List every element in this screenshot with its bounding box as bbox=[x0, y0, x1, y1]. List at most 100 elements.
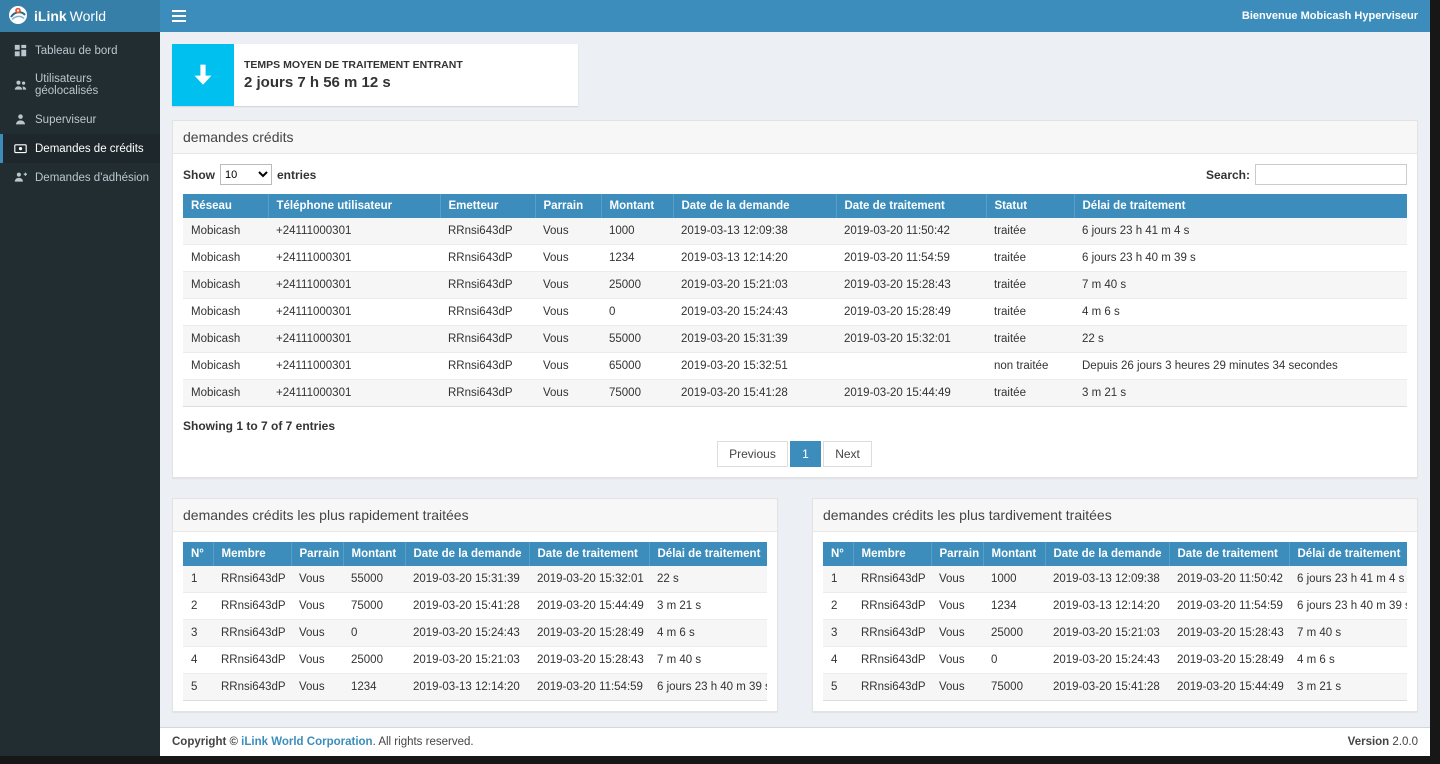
column-header[interactable]: N° bbox=[823, 542, 853, 566]
column-header[interactable]: Parrain bbox=[291, 542, 343, 566]
table-cell: Vous bbox=[931, 647, 983, 674]
pagination-previous[interactable]: Previous bbox=[717, 441, 788, 467]
table-summary: Showing 1 to 7 of 7 entries bbox=[183, 419, 1407, 433]
table-cell: Vous bbox=[535, 326, 601, 353]
main-area: Bienvenue Mobicash Hyperviseur TEMPS MOY… bbox=[160, 0, 1430, 756]
column-header[interactable]: Emetteur bbox=[440, 194, 535, 218]
table-cell: traitée bbox=[986, 380, 1074, 407]
column-header[interactable]: Membre bbox=[213, 542, 291, 566]
column-header[interactable]: Date de la demande bbox=[673, 194, 836, 218]
table-cell: RRnsi643dP bbox=[440, 218, 535, 245]
table-cell: 3 m 21 s bbox=[649, 593, 767, 620]
table-cell: 2019-03-20 15:21:03 bbox=[405, 647, 529, 674]
table-cell: Mobicash bbox=[183, 380, 268, 407]
avg-processing-time-infobox: TEMPS MOYEN DE TRAITEMENT ENTRANT 2 jour… bbox=[172, 44, 578, 106]
table-cell: RRnsi643dP bbox=[853, 566, 931, 593]
table-cell: 22 s bbox=[1074, 326, 1407, 353]
sidebar-item-superviseur[interactable]: Superviseur bbox=[0, 105, 160, 134]
brand-logo[interactable]: iLinkWorld bbox=[0, 0, 160, 32]
column-header[interactable]: Date de la demande bbox=[405, 542, 529, 566]
sidebar-item-demandes-adhesion[interactable]: Demandes d'adhésion bbox=[0, 163, 160, 192]
table-cell: 4 m 6 s bbox=[1074, 299, 1407, 326]
sidebar-item-tableau-de-bord[interactable]: Tableau de bord bbox=[0, 36, 160, 65]
sidebar-item-demandes-de-credits[interactable]: Demandes de crédits bbox=[0, 134, 160, 163]
bottom-panels: demandes crédits les plus rapidement tra… bbox=[172, 498, 1418, 712]
column-header[interactable]: Montant bbox=[343, 542, 405, 566]
table-cell: 3 m 21 s bbox=[1289, 674, 1407, 701]
slowest-panel: demandes crédits les plus tardivement tr… bbox=[812, 498, 1418, 712]
column-header[interactable]: Date de la demande bbox=[1045, 542, 1169, 566]
fastest-table-body: 1RRnsi643dPVous550002019-03-20 15:31:392… bbox=[183, 566, 767, 701]
search-input[interactable] bbox=[1255, 164, 1407, 185]
table-cell: 2019-03-13 12:09:38 bbox=[1045, 566, 1169, 593]
pagination-page-1[interactable]: 1 bbox=[790, 441, 821, 467]
table-cell: 1234 bbox=[343, 674, 405, 701]
table-cell: 2019-03-20 15:28:49 bbox=[1169, 647, 1289, 674]
table-cell: 4 bbox=[183, 647, 213, 674]
table-row: Mobicash+24111000301RRnsi643dPVous750002… bbox=[183, 380, 1407, 407]
table-row: 4RRnsi643dPVous250002019-03-20 15:21:032… bbox=[183, 647, 767, 674]
sidebar-item-utilisateurs-geolocalises[interactable]: Utilisateurs géolocalisés bbox=[0, 65, 160, 105]
table-cell: 1000 bbox=[983, 566, 1045, 593]
slowest-table: N°MembreParrainMontantDate de la demande… bbox=[823, 542, 1407, 701]
fastest-table: N°MembreParrainMontantDate de la demande… bbox=[183, 542, 767, 701]
table-row: 5RRnsi643dPVous750002019-03-20 15:41:282… bbox=[823, 674, 1407, 701]
table-cell: 3 bbox=[183, 620, 213, 647]
table-cell: +24111000301 bbox=[268, 245, 440, 272]
table-cell: 2019-03-20 15:32:01 bbox=[836, 326, 986, 353]
sidebar-item-label: Utilisateurs géolocalisés bbox=[35, 73, 152, 97]
column-header[interactable]: Montant bbox=[601, 194, 673, 218]
table-row: 4RRnsi643dPVous02019-03-20 15:24:432019-… bbox=[823, 647, 1407, 674]
page-length-select[interactable]: 10 bbox=[220, 164, 272, 185]
table-cell: 3 bbox=[823, 620, 853, 647]
column-header[interactable]: Montant bbox=[983, 542, 1045, 566]
show-label: Show bbox=[183, 168, 215, 182]
table-cell: 2019-03-20 11:50:42 bbox=[1169, 566, 1289, 593]
table-cell: 2019-03-20 15:28:43 bbox=[529, 647, 649, 674]
table-cell: 55000 bbox=[343, 566, 405, 593]
table-cell: +24111000301 bbox=[268, 218, 440, 245]
column-header[interactable]: Délai de traitement bbox=[1289, 542, 1407, 566]
infobox-title: TEMPS MOYEN DE TRAITEMENT ENTRANT bbox=[244, 59, 463, 71]
table-cell: 75000 bbox=[343, 593, 405, 620]
hamburger-icon[interactable] bbox=[160, 0, 198, 32]
table-cell: RRnsi643dP bbox=[213, 647, 291, 674]
table-cell: 2019-03-20 15:44:49 bbox=[529, 593, 649, 620]
table-cell: traitée bbox=[986, 326, 1074, 353]
column-header[interactable]: Téléphone utilisateur bbox=[268, 194, 440, 218]
table-row: Mobicash+24111000301RRnsi643dPVous100020… bbox=[183, 218, 1407, 245]
table-cell: 1234 bbox=[601, 245, 673, 272]
column-header[interactable]: Membre bbox=[853, 542, 931, 566]
column-header[interactable]: Parrain bbox=[535, 194, 601, 218]
column-header[interactable]: Réseau bbox=[183, 194, 268, 218]
entries-label: entries bbox=[277, 168, 316, 182]
table-cell: +24111000301 bbox=[268, 380, 440, 407]
column-header[interactable]: Délai de traitement bbox=[649, 542, 767, 566]
table-cell: 7 m 40 s bbox=[649, 647, 767, 674]
table-cell: 2019-03-20 11:50:42 bbox=[836, 218, 986, 245]
table-cell: 7 m 40 s bbox=[1074, 272, 1407, 299]
column-header[interactable]: Parrain bbox=[931, 542, 983, 566]
column-header[interactable]: Date de traitement bbox=[529, 542, 649, 566]
table-cell: traitée bbox=[986, 245, 1074, 272]
column-header[interactable]: Date de traitement bbox=[836, 194, 986, 218]
table-cell: Mobicash bbox=[183, 353, 268, 380]
company-link[interactable]: iLink World Corporation bbox=[241, 736, 372, 748]
infobox-value: 2 jours 7 h 56 m 12 s bbox=[244, 74, 463, 91]
table-row: 2RRnsi643dPVous750002019-03-20 15:41:282… bbox=[183, 593, 767, 620]
table-cell: Vous bbox=[291, 647, 343, 674]
table-row: Mobicash+24111000301RRnsi643dPVous550002… bbox=[183, 326, 1407, 353]
column-header[interactable]: N° bbox=[183, 542, 213, 566]
pagination-next[interactable]: Next bbox=[823, 441, 872, 467]
table-cell: RRnsi643dP bbox=[853, 674, 931, 701]
credits-panel: demandes crédits Show 10 entries Search: bbox=[172, 120, 1418, 478]
column-header[interactable]: Délai de traitement bbox=[1074, 194, 1407, 218]
column-header[interactable]: Date de traitement bbox=[1169, 542, 1289, 566]
table-cell: 4 m 6 s bbox=[1289, 647, 1407, 674]
table-row: Mobicash+24111000301RRnsi643dPVous123420… bbox=[183, 245, 1407, 272]
table-cell: Vous bbox=[291, 593, 343, 620]
column-header[interactable]: Statut bbox=[986, 194, 1074, 218]
table-cell: Vous bbox=[931, 620, 983, 647]
table-cell: 55000 bbox=[601, 326, 673, 353]
table-cell: 25000 bbox=[601, 272, 673, 299]
